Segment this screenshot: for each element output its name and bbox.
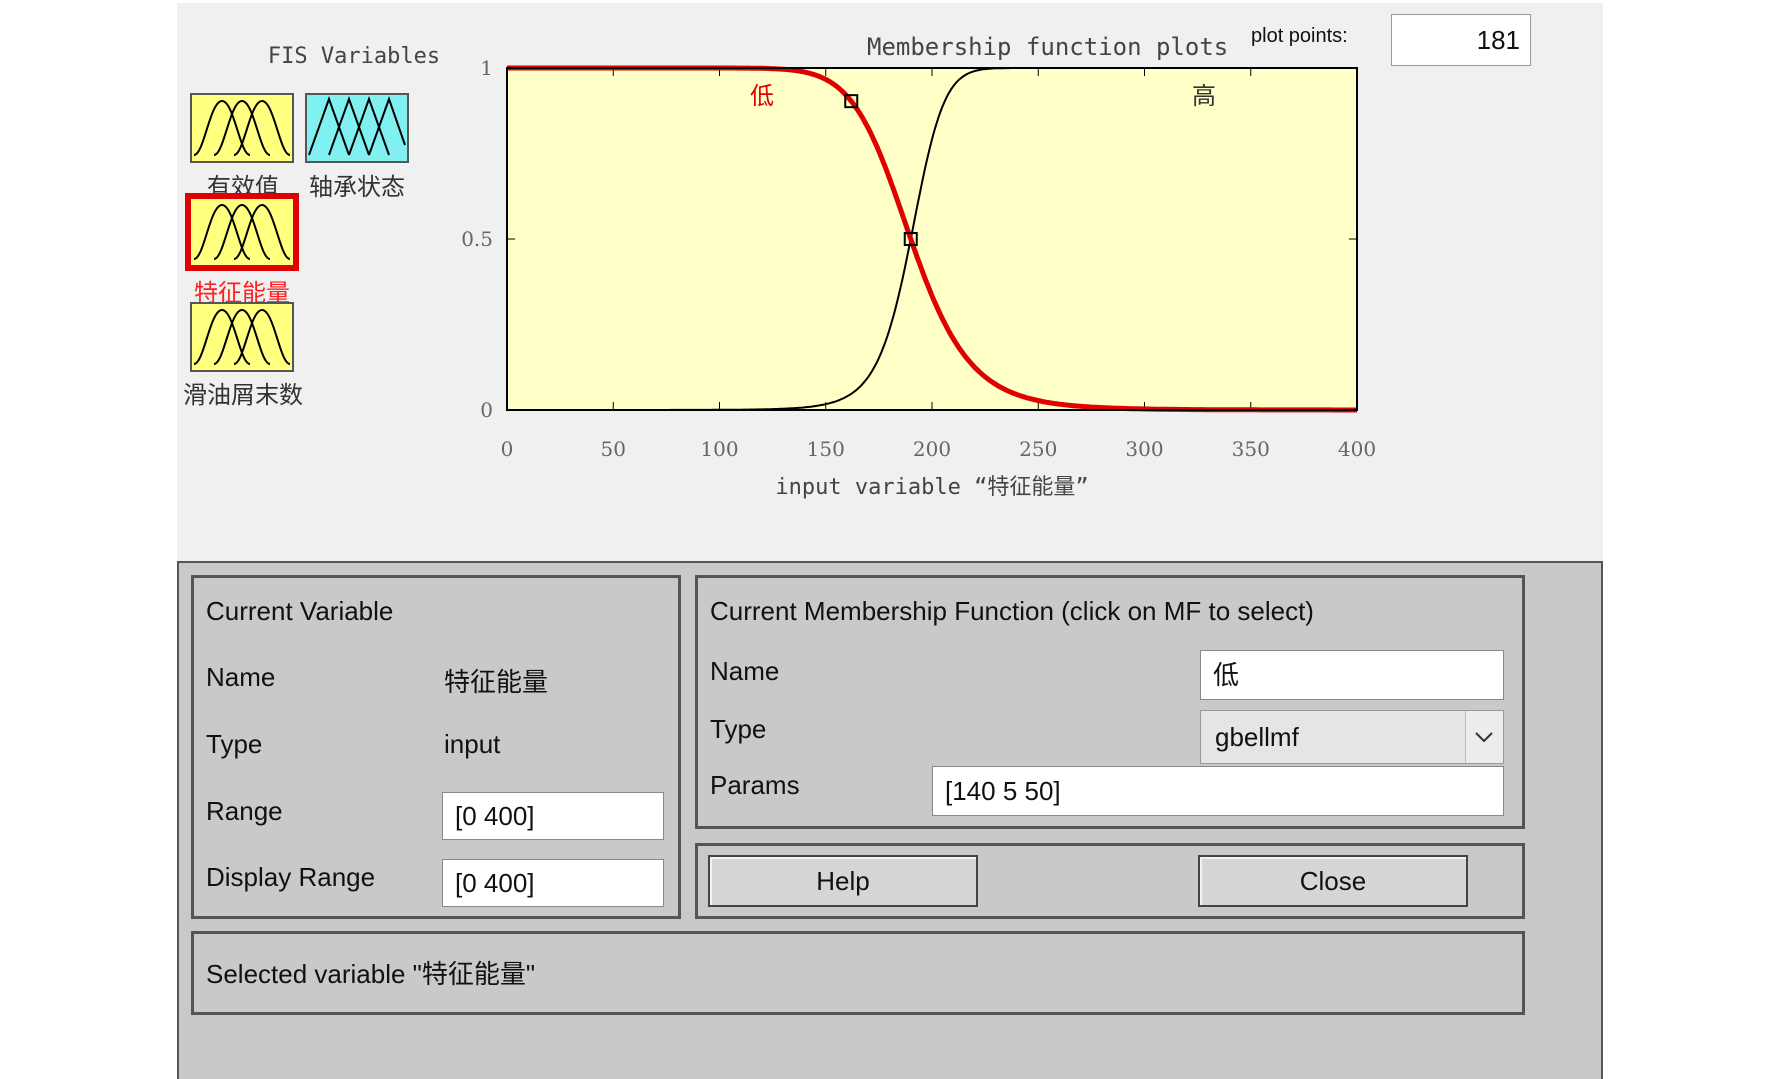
help-button[interactable]: Help	[708, 855, 978, 907]
current-mf-title: Current Membership Function (click on MF…	[710, 596, 1314, 626]
y-tick-label: 0	[480, 398, 493, 422]
x-tick-label: 0	[501, 437, 514, 461]
mf-label-1[interactable]: 高	[1192, 83, 1216, 110]
membership-function-editor-window: FIS Variables 有效值 轴承状态 特征能量 滑油屑末数 Member…	[177, 3, 1603, 1079]
display-range-input[interactable]: [0 400]	[442, 859, 664, 907]
display-range-label: Display Range	[206, 862, 376, 892]
range-label: Range	[206, 796, 283, 826]
mf-name-label: Name	[710, 656, 780, 686]
variable-name-value: 特征能量	[444, 667, 549, 697]
variable-type-value: input	[444, 729, 501, 759]
x-tick-label: 100	[700, 437, 738, 461]
mf-params-label: Params	[710, 770, 800, 800]
top-area: FIS Variables 有效值 轴承状态 特征能量 滑油屑末数 Member…	[177, 3, 1603, 561]
mf-type-value: gbellmf	[1215, 722, 1299, 752]
x-tick-label: 250	[1019, 437, 1057, 461]
y-tick-label: 1	[480, 56, 493, 80]
mf-label-0[interactable]: 低	[750, 83, 774, 110]
x-tick-label: 350	[1232, 437, 1270, 461]
variable-name-label: Name	[206, 662, 276, 692]
x-tick-label: 300	[1125, 437, 1163, 461]
mf-name-input[interactable]: 低	[1200, 650, 1504, 700]
current-variable-panel: Current Variable Name 特征能量 Type input Ra…	[191, 575, 681, 919]
plot-background	[507, 68, 1357, 410]
x-tick-label: 400	[1338, 437, 1376, 461]
buttons-panel: Help Close	[695, 843, 1525, 919]
x-tick-label: 150	[807, 437, 845, 461]
mf-params-input[interactable]: [140 5 50]	[932, 766, 1504, 816]
current-mf-panel: Current Membership Function (click on MF…	[695, 575, 1525, 829]
y-tick-label: 0.5	[461, 227, 493, 251]
bottom-area: Current Variable Name 特征能量 Type input Ra…	[177, 561, 1603, 1079]
mf-type-select[interactable]: gbellmf	[1200, 710, 1504, 764]
status-panel: Selected variable "特征能量"	[191, 931, 1525, 1015]
range-input[interactable]: [0 400]	[442, 792, 664, 840]
x-tick-label: 200	[913, 437, 951, 461]
x-axis-label: input variable “特征能量”	[775, 475, 1088, 500]
close-button[interactable]: Close	[1198, 855, 1468, 907]
variable-type-label: Type	[206, 729, 263, 759]
x-tick-label: 50	[601, 437, 626, 461]
current-variable-title: Current Variable	[206, 596, 394, 626]
mf-type-label: Type	[710, 714, 767, 744]
status-text: Selected variable "特征能量"	[206, 959, 536, 989]
membership-function-chart[interactable]: 0 50 100 150 200 250 300 350 400 0 0.5 1 高 低 input v…	[177, 3, 1603, 561]
chevron-down-icon[interactable]	[1465, 711, 1503, 763]
